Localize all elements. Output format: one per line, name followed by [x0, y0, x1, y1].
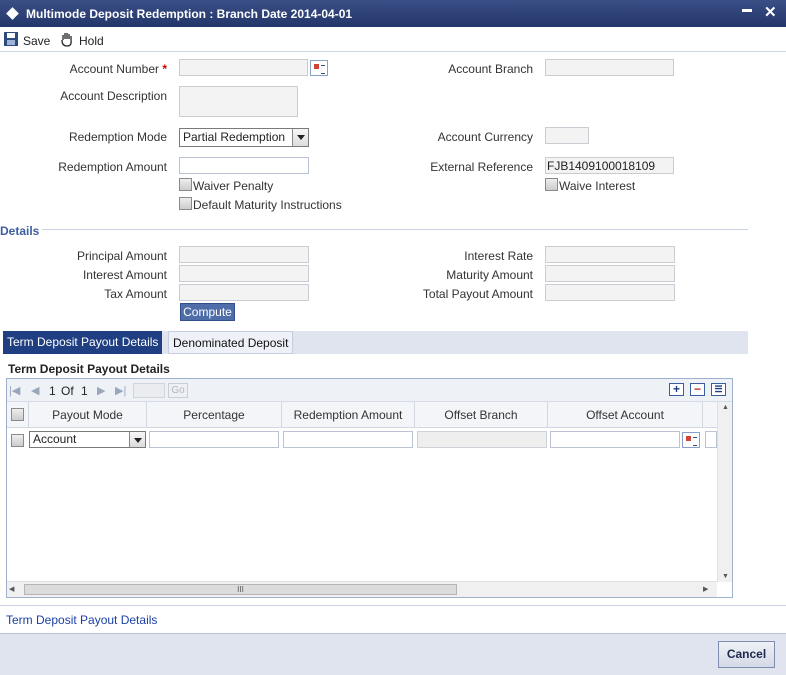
single-view-icon[interactable]: ☰: [711, 383, 726, 396]
pager-total: 1: [81, 384, 88, 398]
account-branch-field[interactable]: [545, 59, 674, 76]
first-page-icon[interactable]: |◀: [9, 384, 20, 397]
col-redemption-amount[interactable]: Redemption Amount: [282, 402, 415, 428]
hold-button[interactable]: Hold: [59, 31, 104, 50]
save-label: Save: [23, 33, 51, 48]
payout-grid: |◀ ◀ 1 Of 1 ▶ ▶| Go + − ☰ Payout Mode Pe…: [6, 378, 733, 598]
offset-account-input[interactable]: [550, 431, 680, 448]
last-page-icon[interactable]: ▶|: [115, 384, 126, 397]
details-divider: [42, 229, 748, 230]
account-currency-field[interactable]: [545, 127, 589, 144]
hand-icon: [59, 31, 75, 50]
total-payout-label: Total Payout Amount: [422, 287, 533, 301]
tax-amount-label: Tax Amount: [104, 287, 167, 301]
prev-page-icon[interactable]: ◀: [31, 384, 39, 397]
col-payout-mode[interactable]: Payout Mode: [29, 402, 147, 428]
maturity-amount-field[interactable]: [545, 265, 675, 282]
scroll-thumb[interactable]: III: [24, 584, 457, 595]
default-maturity-checkbox[interactable]: [179, 197, 192, 210]
minimize-button[interactable]: ▬: [742, 4, 752, 15]
hold-label: Hold: [79, 33, 104, 48]
grid-title: Term Deposit Payout Details: [8, 362, 170, 376]
window-title: Multimode Deposit Redemption : Branch Da…: [26, 7, 353, 21]
external-reference-label: External Reference: [430, 160, 533, 174]
scroll-down-icon[interactable]: ▼: [722, 573, 729, 580]
add-row-icon[interactable]: +: [669, 383, 684, 396]
toolbar: Save Hold: [0, 27, 786, 52]
select-all-checkbox[interactable]: [11, 408, 24, 421]
redemption-mode-label: Redemption Mode: [68, 130, 167, 144]
maturity-amount-label: Maturity Amount: [446, 268, 533, 282]
cancel-button[interactable]: Cancel: [718, 641, 775, 668]
interest-amount-label: Interest Amount: [82, 268, 167, 282]
waive-interest-label: Waive Interest: [559, 179, 636, 193]
chevron-down-icon: [129, 432, 145, 447]
redemption-mode-value: Partial Redemption: [183, 130, 286, 144]
next-page-icon[interactable]: ▶: [97, 384, 105, 397]
offset-account-lov-icon[interactable]: [682, 432, 700, 448]
default-maturity-label: Default Maturity Instructions: [193, 198, 342, 212]
window-diamond-icon: [6, 7, 19, 20]
scroll-left-icon[interactable]: ◀: [9, 585, 14, 593]
account-number-lov-icon[interactable]: [310, 60, 328, 76]
save-icon: [3, 31, 19, 50]
chevron-down-icon: [292, 129, 308, 146]
waiver-penalty-checkbox[interactable]: [179, 178, 192, 191]
tab-term-deposit-payout[interactable]: Term Deposit Payout Details: [3, 331, 163, 354]
account-description-field[interactable]: [179, 86, 298, 117]
window-title-bar: Multimode Deposit Redemption : Branch Da…: [0, 0, 786, 27]
col-offset-branch[interactable]: Offset Branch: [415, 402, 548, 428]
vertical-scrollbar[interactable]: ▲ ▼: [717, 402, 732, 582]
waiver-penalty-label: Waiver Penalty: [193, 179, 274, 193]
scroll-up-icon[interactable]: ▲: [722, 404, 729, 411]
pager-current: 1: [49, 384, 56, 398]
row-checkbox[interactable]: [11, 434, 24, 447]
go-button[interactable]: Go: [168, 383, 188, 398]
table-row: Account: [7, 428, 717, 452]
compute-button[interactable]: Compute: [180, 303, 235, 321]
tax-amount-field[interactable]: [179, 284, 309, 301]
col-offset-account[interactable]: Offset Account: [548, 402, 703, 428]
principal-amount-field[interactable]: [179, 246, 309, 263]
horizontal-scrollbar[interactable]: ◀ III ▶: [7, 581, 717, 597]
tab-bar: Term Deposit Payout Details Denominated …: [3, 331, 748, 354]
interest-rate-label: Interest Rate: [464, 249, 533, 263]
redemption-amount-input[interactable]: [283, 431, 413, 448]
tab-denominated-deposit[interactable]: Denominated Deposit: [168, 331, 294, 354]
account-number-field[interactable]: [179, 59, 308, 76]
page-input[interactable]: [133, 383, 165, 398]
account-currency-label: Account Currency: [437, 130, 533, 144]
account-number-label: Account Number *: [69, 62, 167, 76]
total-payout-field[interactable]: [545, 284, 675, 301]
percentage-input[interactable]: [149, 431, 279, 448]
redemption-mode-select[interactable]: Partial Redemption: [179, 128, 309, 147]
scroll-right-icon[interactable]: ▶: [703, 585, 708, 593]
waive-interest-checkbox[interactable]: [545, 178, 558, 191]
save-button[interactable]: Save: [3, 31, 50, 50]
footer-divider: [0, 605, 786, 606]
redemption-amount-label: Redemption Amount: [58, 160, 167, 174]
pager-of: Of: [61, 384, 74, 398]
header-select-all: [7, 402, 29, 428]
payout-mode-select[interactable]: Account: [29, 431, 146, 448]
bottom-bar: Cancel: [0, 633, 786, 675]
principal-amount-label: Principal Amount: [76, 249, 167, 263]
offset-branch-input[interactable]: [417, 431, 547, 448]
delete-row-icon[interactable]: −: [690, 383, 705, 396]
term-deposit-payout-link[interactable]: Term Deposit Payout Details: [6, 613, 157, 627]
interest-amount-field[interactable]: [179, 265, 309, 282]
next-column-input[interactable]: [705, 431, 717, 448]
close-button[interactable]: ✕: [764, 3, 777, 21]
external-reference-field[interactable]: FJB1409100018109: [545, 157, 674, 174]
col-percentage[interactable]: Percentage: [147, 402, 282, 428]
payout-mode-value: Account: [33, 432, 77, 446]
account-description-label: Account Description: [60, 89, 167, 103]
interest-rate-field[interactable]: [545, 246, 675, 263]
grid-toolbar: |◀ ◀ 1 Of 1 ▶ ▶| Go + − ☰: [7, 379, 732, 402]
details-section-title: Details: [0, 224, 40, 238]
account-branch-label: Account Branch: [448, 62, 533, 76]
redemption-amount-field[interactable]: [179, 157, 309, 174]
grid-header-row: Payout Mode Percentage Redemption Amount…: [7, 402, 717, 428]
